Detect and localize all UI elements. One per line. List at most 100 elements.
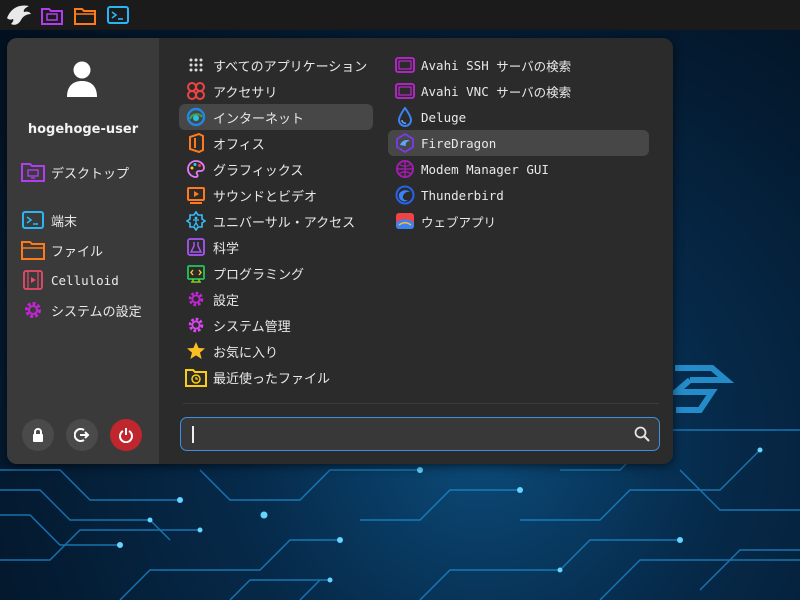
terminal-icon bbox=[21, 208, 45, 232]
category-sound-video[interactable]: サウンドとビデオ bbox=[179, 182, 373, 208]
folder-orange-icon[interactable] bbox=[70, 0, 100, 30]
webapps-icon bbox=[394, 210, 416, 232]
category-label: 設定 bbox=[213, 293, 240, 309]
category-label: グラフィックス bbox=[213, 163, 304, 179]
settings-gear-icon bbox=[21, 298, 45, 322]
app-suffix: サーバの検索 bbox=[496, 84, 572, 100]
garuda-eagle-icon[interactable] bbox=[4, 0, 34, 30]
app-avahi-vnc[interactable]: Avahi VNC サーバの検索 bbox=[388, 78, 649, 104]
username: hogehoge-user bbox=[27, 122, 139, 137]
terminal-icon[interactable] bbox=[103, 0, 133, 30]
app-suffix: サーバの検索 bbox=[496, 58, 572, 74]
science-icon bbox=[185, 236, 207, 258]
app-name: Thunderbird bbox=[421, 187, 504, 203]
category-all-applications[interactable]: すべてのアプリケーション bbox=[179, 52, 373, 78]
recent-folder-icon bbox=[185, 366, 207, 388]
search-divider bbox=[183, 403, 659, 404]
category-favorites[interactable]: お気に入り bbox=[179, 338, 373, 364]
application-menu: hogehoge-user デスクトップ 端末 ファイル Celluloid シ… bbox=[7, 38, 673, 464]
programming-icon bbox=[185, 262, 207, 284]
favorite-celluloid[interactable]: Celluloid bbox=[21, 267, 155, 293]
logout-icon bbox=[74, 428, 90, 442]
app-name: Deluge bbox=[421, 109, 467, 125]
system-gear-icon bbox=[185, 314, 207, 336]
app-name: Avahi SSH bbox=[421, 57, 489, 73]
search-box[interactable] bbox=[180, 417, 660, 451]
app-name: ウェブアプリ bbox=[421, 214, 497, 230]
thunderbird-icon bbox=[394, 184, 416, 206]
avahi-ssh-icon bbox=[394, 54, 416, 76]
category-label: システム管理 bbox=[213, 319, 291, 335]
favorite-label: システムの設定 bbox=[51, 304, 142, 320]
wallpaper-logo bbox=[667, 365, 735, 413]
category-graphics[interactable]: グラフィックス bbox=[179, 156, 373, 182]
favorite-label: Celluloid bbox=[51, 272, 119, 288]
modem-manager-icon bbox=[394, 158, 416, 180]
category-label: サウンドとビデオ bbox=[213, 189, 318, 205]
power-icon bbox=[119, 428, 133, 443]
app-name: FireDragon bbox=[421, 135, 497, 151]
accessibility-icon bbox=[185, 210, 207, 232]
menu-sidebar: hogehoge-user デスクトップ 端末 ファイル Celluloid シ… bbox=[7, 38, 159, 464]
office-icon bbox=[185, 132, 207, 154]
category-settings[interactable]: 設定 bbox=[179, 286, 373, 312]
settings-gear-icon bbox=[185, 288, 207, 310]
grid-icon bbox=[185, 54, 207, 76]
avahi-vnc-icon bbox=[394, 80, 416, 102]
favorite-label: 端末 bbox=[51, 214, 78, 230]
app-deluge[interactable]: Deluge bbox=[388, 104, 649, 130]
category-accessories[interactable]: アクセサリ bbox=[179, 78, 373, 104]
avatar[interactable] bbox=[65, 60, 99, 98]
search-icon[interactable] bbox=[634, 426, 650, 442]
category-system-admin[interactable]: システム管理 bbox=[179, 312, 373, 338]
favorite-files[interactable]: ファイル bbox=[21, 237, 155, 263]
top-panel bbox=[0, 0, 800, 30]
lock-button[interactable] bbox=[22, 419, 54, 451]
category-label: オフィス bbox=[213, 137, 265, 153]
text-caret bbox=[192, 426, 194, 443]
category-programming[interactable]: プログラミング bbox=[179, 260, 373, 286]
folder-purple-icon[interactable] bbox=[37, 0, 67, 30]
favorite-system-settings[interactable]: システムの設定 bbox=[21, 297, 155, 323]
deluge-icon bbox=[394, 106, 416, 128]
favorite-label: ファイル bbox=[51, 244, 104, 260]
category-label: ユニバーサル・アクセス bbox=[213, 215, 356, 231]
category-label: プログラミング bbox=[213, 267, 305, 283]
app-avahi-ssh[interactable]: Avahi SSH サーバの検索 bbox=[388, 52, 649, 78]
star-icon bbox=[185, 340, 207, 362]
category-universal-access[interactable]: ユニバーサル・アクセス bbox=[179, 208, 373, 234]
favorite-desktop[interactable]: デスクトップ bbox=[21, 159, 155, 185]
desktop-folder-icon bbox=[21, 160, 45, 184]
app-thunderbird[interactable]: Thunderbird bbox=[388, 182, 649, 208]
category-label: アクセサリ bbox=[213, 85, 278, 101]
graphics-icon bbox=[185, 158, 207, 180]
category-label: お気に入り bbox=[213, 345, 279, 361]
category-internet[interactable]: インターネット bbox=[179, 104, 373, 130]
app-name: Modem Manager GUI bbox=[421, 161, 549, 177]
category-science[interactable]: 科学 bbox=[179, 234, 373, 260]
category-label: 科学 bbox=[213, 241, 240, 257]
favorite-terminal[interactable]: 端末 bbox=[21, 207, 155, 233]
accessories-icon bbox=[185, 80, 207, 102]
logout-button[interactable] bbox=[66, 419, 98, 451]
files-folder-icon bbox=[21, 238, 45, 262]
category-label: すべてのアプリケーション bbox=[213, 59, 368, 75]
firedragon-icon bbox=[394, 132, 416, 154]
category-list: すべてのアプリケーション アクセサリ インターネット オフィス グラフィックス bbox=[179, 52, 375, 390]
app-modem-manager[interactable]: Modem Manager GUI bbox=[388, 156, 649, 182]
app-name: Avahi VNC bbox=[421, 83, 489, 99]
multimedia-icon bbox=[185, 184, 207, 206]
app-firedragon[interactable]: FireDragon bbox=[388, 130, 649, 156]
internet-icon bbox=[185, 106, 207, 128]
lock-icon bbox=[33, 428, 43, 442]
category-recent-files[interactable]: 最近使ったファイル bbox=[179, 364, 373, 390]
favorite-label: デスクトップ bbox=[51, 166, 130, 182]
application-list: Avahi SSH サーバの検索 Avahi VNC サーバの検索 Deluge… bbox=[388, 52, 650, 234]
category-office[interactable]: オフィス bbox=[179, 130, 373, 156]
category-label: 最近使ったファイル bbox=[213, 371, 331, 387]
app-webapps[interactable]: ウェブアプリ bbox=[388, 208, 649, 234]
celluloid-icon bbox=[21, 268, 45, 292]
category-label: インターネット bbox=[213, 111, 305, 127]
search-input[interactable] bbox=[189, 423, 623, 447]
power-button[interactable] bbox=[110, 419, 142, 451]
